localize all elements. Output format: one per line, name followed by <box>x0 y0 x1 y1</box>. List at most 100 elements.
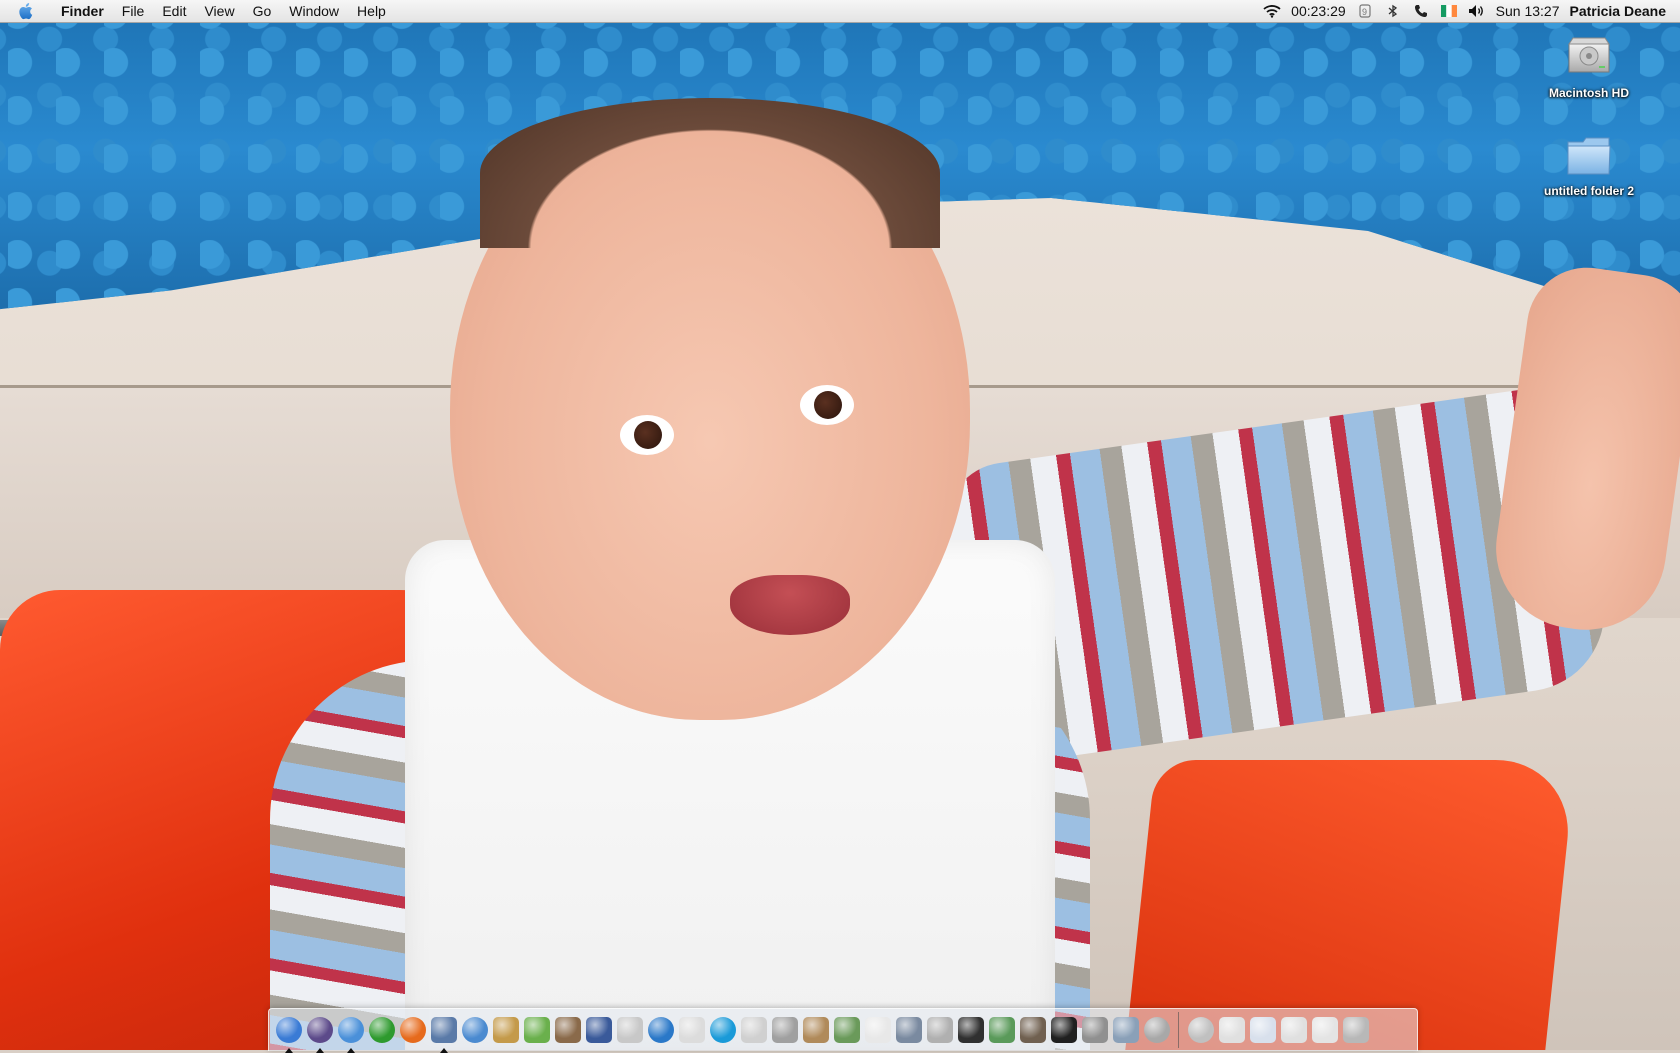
timer-readout[interactable]: 00:23:29 <box>1291 3 1346 19</box>
dock-item-iphoto[interactable] <box>554 1015 581 1045</box>
dock-item-ichat[interactable] <box>461 1015 488 1045</box>
photo-viewer-icon <box>895 1017 922 1043</box>
running-indicator <box>284 1048 293 1053</box>
dock-item-imovie[interactable] <box>585 1015 612 1045</box>
dock-item-chart-app[interactable] <box>833 1015 860 1045</box>
dock-item-finder[interactable] <box>275 1015 302 1053</box>
itunes-icon <box>523 1017 550 1043</box>
wallpaper-eye-right <box>800 385 854 425</box>
dock-item-calculator[interactable] <box>1081 1015 1108 1045</box>
desktop-icon-label: untitled folder 2 <box>1544 184 1634 198</box>
menu-bar-left: Finder File Edit View Go Window Help <box>0 0 395 22</box>
window-minimized-1-icon <box>1218 1017 1245 1043</box>
dock-item-firefox[interactable] <box>399 1015 426 1045</box>
dock <box>268 1008 1418 1053</box>
dock-item-network[interactable] <box>1112 1015 1139 1045</box>
desktop-icon-macintosh-hd[interactable]: Macintosh HD <box>1524 32 1654 102</box>
dock-item-quicktime[interactable] <box>709 1015 736 1045</box>
dock-item-dashboard[interactable] <box>306 1015 333 1053</box>
svg-text:9: 9 <box>1362 7 1367 17</box>
ichat-icon <box>461 1017 488 1043</box>
apple-menu-icon[interactable] <box>14 0 40 22</box>
finder-icon <box>275 1017 302 1043</box>
hard-drive-icon <box>1563 32 1615 84</box>
dock-item-ical[interactable] <box>864 1015 891 1045</box>
system-icon <box>740 1017 767 1043</box>
safari-icon <box>337 1017 364 1043</box>
address-book-icon <box>492 1017 519 1043</box>
dock-item-window-minimized-4[interactable] <box>1311 1015 1338 1045</box>
dock-item-photo-viewer[interactable] <box>895 1015 922 1045</box>
dock-item-safari[interactable] <box>337 1015 364 1053</box>
dock-item-system[interactable] <box>740 1015 767 1045</box>
menu-edit[interactable]: Edit <box>153 0 195 22</box>
window-minimized-4-icon <box>1311 1017 1338 1043</box>
timer-icon[interactable]: 9 <box>1356 2 1374 20</box>
dock-item-scissors[interactable] <box>802 1015 829 1045</box>
firefox-icon <box>399 1017 426 1043</box>
window-minimized-3-icon <box>1280 1017 1307 1043</box>
dock-item-tuxedo[interactable] <box>957 1015 984 1045</box>
quicktime-icon <box>709 1017 736 1043</box>
flag-icon[interactable] <box>1440 2 1458 20</box>
wifi-icon[interactable] <box>1263 2 1281 20</box>
dock-item-book[interactable] <box>988 1015 1015 1045</box>
dashboard-icon <box>306 1017 333 1043</box>
bluetooth-icon[interactable] <box>1384 2 1402 20</box>
dock-separator <box>1178 1012 1179 1048</box>
running-indicator <box>439 1048 448 1053</box>
dock-item-window-minimized-3[interactable] <box>1280 1015 1307 1045</box>
wallpaper-mouth <box>730 575 850 635</box>
scissors-icon <box>802 1017 829 1043</box>
dock-item-window-minimized-1[interactable] <box>1218 1015 1245 1045</box>
volume-icon[interactable] <box>1468 2 1486 20</box>
calculator-icon <box>1081 1017 1108 1043</box>
hard-disk-icon <box>1187 1017 1214 1043</box>
desktop-icon-untitled-folder-2[interactable]: untitled folder 2 <box>1524 130 1654 200</box>
hammer-icon <box>1019 1017 1046 1043</box>
dock-item-disk-utility[interactable] <box>1143 1015 1170 1045</box>
dock-item-idvd[interactable] <box>647 1015 674 1045</box>
dock-item-textedit[interactable] <box>678 1015 705 1045</box>
menu-help[interactable]: Help <box>348 0 395 22</box>
dock-item-green-app[interactable] <box>368 1015 395 1045</box>
green-app-icon <box>368 1017 395 1043</box>
wallpaper-seat-right <box>1124 760 1576 1050</box>
dock-item-printer[interactable] <box>926 1015 953 1045</box>
dock-item-hard-disk[interactable] <box>1187 1015 1214 1045</box>
dock-item-hammer[interactable] <box>1019 1015 1046 1045</box>
disk-utility-icon <box>1143 1017 1170 1043</box>
menu-app-finder[interactable]: Finder <box>52 0 113 22</box>
running-indicator <box>315 1048 324 1053</box>
dock-item-utility[interactable] <box>771 1015 798 1045</box>
menu-clock[interactable]: Sun 13:27 <box>1496 3 1560 19</box>
dock-item-window-minimized-2[interactable] <box>1249 1015 1276 1045</box>
wallpaper-hair <box>480 98 940 248</box>
grid-app-icon <box>616 1017 643 1043</box>
dock-item-trash[interactable] <box>1342 1015 1369 1045</box>
menu-bar: Finder File Edit View Go Window Help 00:… <box>0 0 1680 23</box>
idvd-icon <box>647 1017 674 1043</box>
menu-view[interactable]: View <box>195 0 243 22</box>
network-icon <box>1112 1017 1139 1043</box>
menu-file[interactable]: File <box>113 0 154 22</box>
textedit-icon <box>678 1017 705 1043</box>
iphoto-icon <box>554 1017 581 1043</box>
imovie-icon <box>585 1017 612 1043</box>
menu-window[interactable]: Window <box>280 0 348 22</box>
dock-item-itunes[interactable] <box>523 1015 550 1045</box>
dock-item-address-book[interactable] <box>492 1015 519 1045</box>
phone-icon[interactable] <box>1412 2 1430 20</box>
user-name[interactable]: Patricia Deane <box>1570 3 1667 19</box>
chart-app-icon <box>833 1017 860 1043</box>
dock-item-preview[interactable] <box>430 1015 457 1053</box>
desktop-wallpaper <box>0 0 1680 1050</box>
ical-icon <box>864 1017 891 1043</box>
dock-item-activity-monitor[interactable] <box>1050 1015 1077 1045</box>
menu-go[interactable]: Go <box>244 0 281 22</box>
dock-item-grid-app[interactable] <box>616 1015 643 1045</box>
printer-icon <box>926 1017 953 1043</box>
preview-icon <box>430 1017 457 1043</box>
folder-icon <box>1563 130 1615 182</box>
desktop-icon-label: Macintosh HD <box>1548 86 1629 100</box>
